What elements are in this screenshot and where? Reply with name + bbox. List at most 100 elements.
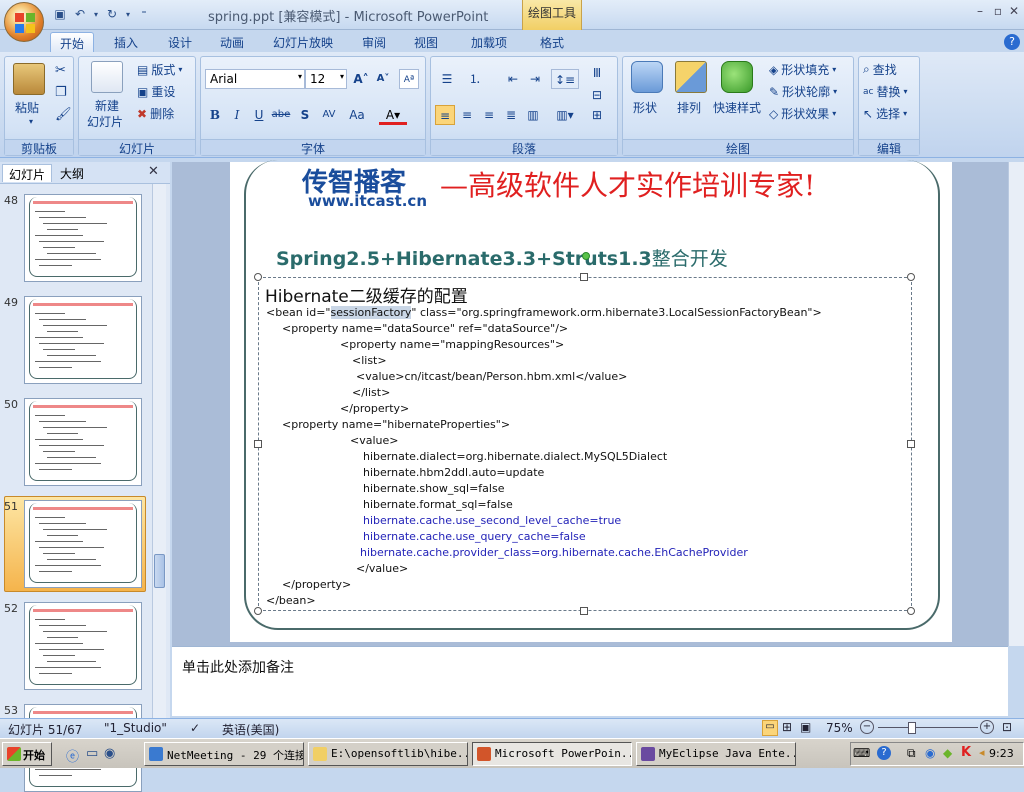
align-text-icon[interactable]: ⊟ <box>587 85 607 105</box>
copy-icon[interactable]: ❐ <box>55 85 67 100</box>
scrollbar-thumb[interactable] <box>154 554 165 588</box>
bold-icon[interactable]: B <box>205 105 225 125</box>
char-spacing-icon[interactable]: AV <box>317 105 341 125</box>
line-spacing-icon[interactable]: ↕≡ <box>551 69 579 89</box>
new-slide-icon[interactable] <box>91 61 123 93</box>
shadow-icon[interactable]: S <box>295 105 315 125</box>
delete-button[interactable]: ✖ 删除 <box>137 105 174 122</box>
resize-handle-nw[interactable] <box>254 273 262 281</box>
show-desktop-icon[interactable]: ▭ <box>86 746 98 761</box>
taskbar-myeclipse[interactable]: MyEclipse Java Ente... <box>636 742 796 766</box>
speaker-icon[interactable]: ◂ <box>979 746 985 759</box>
zoom-slider[interactable] <box>878 727 978 728</box>
resize-handle-w[interactable] <box>254 440 262 448</box>
select-button[interactable]: ↖ 选择 ▾ <box>863 105 907 122</box>
antivirus-icon[interactable]: K <box>961 745 971 760</box>
shapes-icon[interactable] <box>631 61 663 93</box>
font-color-icon[interactable]: A▾ <box>379 105 407 125</box>
slides-pane-scrollbar[interactable] <box>152 184 166 718</box>
office-button[interactable] <box>4 2 44 42</box>
slide-sorter-icon[interactable]: ⊞ <box>782 720 792 734</box>
reset-button[interactable]: ▣ 重设 <box>137 83 175 100</box>
rotate-handle[interactable] <box>582 252 590 260</box>
layout-button[interactable]: ▤ 版式 ▾ <box>137 61 182 78</box>
increase-indent-icon[interactable]: ⇥ <box>525 69 545 89</box>
redo-dropdown-icon[interactable]: ▾ <box>124 6 132 22</box>
text-direction-icon[interactable]: Ⅲ <box>587 63 607 83</box>
align-left-icon[interactable]: ≡ <box>435 105 455 125</box>
fit-to-window-icon[interactable]: ⊡ <box>1002 720 1012 734</box>
find-button[interactable]: ⌕ 查找 <box>863 61 897 78</box>
tab-outline[interactable]: 大纲 <box>54 164 90 182</box>
paste-icon[interactable] <box>13 63 45 95</box>
slide-thumbnail[interactable] <box>24 398 142 486</box>
shape-fill-button[interactable]: ◈ 形状填充 ▾ <box>769 61 836 78</box>
resize-handle-se[interactable] <box>907 607 915 615</box>
tray-app-icon[interactable]: ◆ <box>943 746 952 760</box>
language[interactable]: 英语(美国) <box>222 721 279 738</box>
keyboard-icon[interactable]: ⌨ <box>853 746 870 760</box>
save-icon[interactable]: ▣ <box>52 6 68 22</box>
close-pane-icon[interactable]: ✕ <box>148 164 159 179</box>
start-button[interactable]: 开始 <box>2 742 52 766</box>
redo-icon[interactable]: ↻ <box>104 6 120 22</box>
shapes-button[interactable]: 形状 <box>633 99 657 116</box>
tab-slideshow[interactable]: 幻灯片放映 <box>266 32 340 52</box>
new-slide-button-line1[interactable]: 新建 <box>95 97 119 114</box>
tab-addins[interactable]: 加载项 <box>460 32 518 52</box>
help-tray-icon[interactable]: ? <box>877 746 891 760</box>
font-size-field[interactable]: 12 ▾ <box>305 69 347 89</box>
resize-handle-e[interactable] <box>907 440 915 448</box>
taskbar-powerpoint[interactable]: Microsoft PowerPoin... <box>472 742 632 766</box>
taskbar-netmeeting[interactable]: NetMeeting - 29 个连接 <box>144 742 304 766</box>
customize-qat-icon[interactable]: ⁼ <box>136 6 152 22</box>
new-slide-button-line2[interactable]: 幻灯片 <box>87 113 123 130</box>
slide-thumbnail[interactable] <box>24 194 142 282</box>
slideshow-view-icon[interactable]: ▣ <box>800 720 811 734</box>
decrease-indent-icon[interactable]: ⇤ <box>503 69 523 89</box>
cut-icon[interactable]: ✂ <box>55 63 66 78</box>
zoom-out-icon[interactable]: − <box>860 720 874 734</box>
underline-icon[interactable]: U <box>249 105 269 125</box>
paste-dropdown-icon[interactable]: ▾ <box>29 117 33 126</box>
shape-outline-button[interactable]: ✎ 形状轮廓 ▾ <box>769 83 837 100</box>
tab-home[interactable]: 开始 <box>50 32 94 52</box>
undo-dropdown-icon[interactable]: ▾ <box>92 6 100 22</box>
notes-pane[interactable]: 单击此处添加备注 <box>172 646 1008 716</box>
arrange-button[interactable]: 排列 <box>677 99 701 116</box>
change-case-icon[interactable]: Aa <box>345 105 369 125</box>
undo-icon[interactable]: ↶ <box>72 6 88 22</box>
align-right-icon[interactable]: ≡ <box>479 105 499 125</box>
resize-handle-sw[interactable] <box>254 607 262 615</box>
replace-button[interactable]: ac 替换 ▾ <box>863 83 908 100</box>
quick-styles-button[interactable]: 快速样式 <box>713 99 761 116</box>
bullets-icon[interactable]: ☰ <box>435 69 459 89</box>
help-icon[interactable]: ? <box>1004 34 1020 50</box>
quick-styles-icon[interactable] <box>721 61 753 93</box>
shrink-font-icon[interactable]: A˅ <box>373 69 393 89</box>
normal-view-icon[interactable]: ▭ <box>762 720 778 736</box>
ie-icon[interactable]: ⓔ <box>66 746 79 765</box>
smartart-icon[interactable]: ⊞ <box>587 105 607 125</box>
arrange-icon[interactable] <box>675 61 707 93</box>
paste-button[interactable]: 粘贴 <box>15 99 39 116</box>
resize-handle-n[interactable] <box>580 273 588 281</box>
minimize-button[interactable]: – <box>970 4 990 20</box>
zoom-slider-thumb[interactable] <box>908 722 916 734</box>
clear-format-icon[interactable]: Aª <box>399 69 419 89</box>
resize-handle-s[interactable] <box>580 607 588 615</box>
slide-thumbnail[interactable] <box>24 500 142 588</box>
slide-thumbnail[interactable] <box>24 296 142 384</box>
taskbar-explorer[interactable]: E:\opensoftlib\hibe... <box>308 742 468 766</box>
tab-view[interactable]: 视图 <box>404 32 448 52</box>
shape-effects-button[interactable]: ◇ 形状效果 ▾ <box>769 105 836 122</box>
tab-insert[interactable]: 插入 <box>104 32 148 52</box>
resize-handle-ne[interactable] <box>907 273 915 281</box>
font-name-field[interactable]: Arial ▾ <box>205 69 305 89</box>
format-painter-icon[interactable]: 🖌 <box>55 107 72 122</box>
tab-format[interactable]: 格式 <box>530 32 574 52</box>
tab-review[interactable]: 审阅 <box>352 32 396 52</box>
zoom-in-icon[interactable]: + <box>980 720 994 734</box>
slide-thumbnail[interactable] <box>24 602 142 690</box>
zoom-level[interactable]: 75% <box>826 721 853 735</box>
